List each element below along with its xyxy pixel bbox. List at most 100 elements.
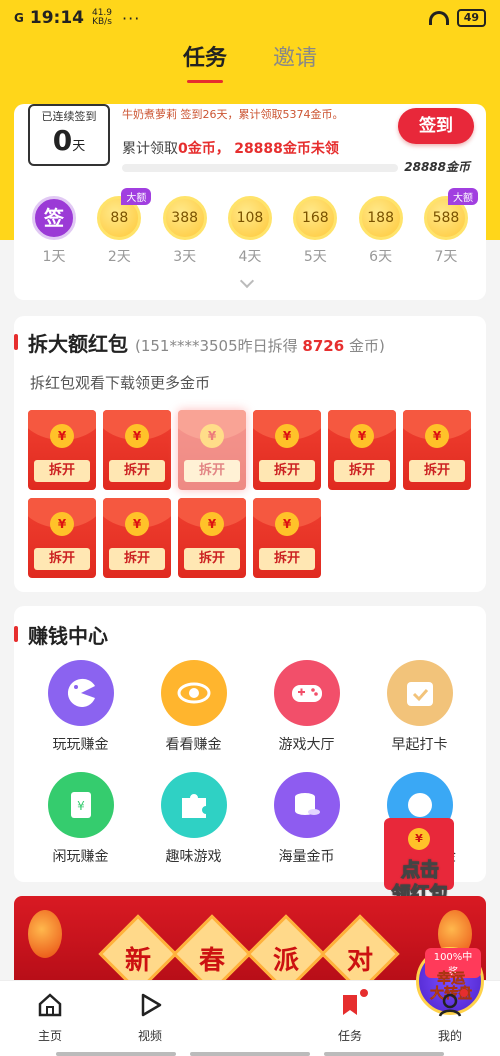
open-red-packet-button[interactable]: 拆开 — [184, 548, 240, 570]
red-packet[interactable]: ¥ 拆开 — [178, 410, 246, 490]
checkin-days: 签 1天 大额 88 2天 388 3天 108 4天 168 5天 188 6天 大额 588… — [24, 188, 478, 266]
checkin-progress-bar — [122, 164, 398, 172]
chevron-down-icon[interactable] — [239, 273, 255, 289]
open-red-packet-button[interactable]: 拆开 — [109, 460, 165, 482]
battery-icon: 49 — [456, 9, 486, 27]
calendar-check-icon — [386, 660, 453, 726]
red-packet-title: 拆大额红包 (151****3505昨日拆得 8726 金币) — [14, 328, 385, 357]
big-amount-badge: 大额 — [447, 188, 478, 205]
day-item[interactable]: 188 6天 — [351, 196, 411, 266]
tab-invite[interactable]: 邀请 — [273, 36, 317, 92]
yuan-icon: ¥ — [200, 512, 224, 536]
red-packet[interactable]: ¥ 拆开 — [103, 498, 171, 578]
yuan-icon: ¥ — [350, 424, 374, 448]
yuan-icon: ¥ — [200, 424, 224, 448]
red-packet[interactable]: ¥ 拆开 — [253, 498, 321, 578]
red-packet[interactable]: ¥ 拆开 — [253, 410, 321, 490]
red-packet-card: 拆大额红包 (151****3505昨日拆得 8726 金币) 拆红包观看下载领… — [14, 316, 486, 592]
svg-text:¥: ¥ — [77, 799, 85, 813]
day-item[interactable]: 108 4天 — [220, 196, 280, 266]
open-red-packet-button[interactable]: 拆开 — [259, 548, 315, 570]
app-watch-earn[interactable]: 看看赚金 — [137, 660, 250, 754]
wallet-icon: ¥ — [47, 772, 114, 838]
status-bar: G 19:14 41.9 KB/s ··· 49 — [0, 0, 500, 36]
nav-lucky-wheel[interactable]: 100%中奖 幸运 大转盘 — [200, 947, 484, 1056]
coin-icon: 388 — [162, 196, 207, 240]
wifi-icon — [428, 11, 449, 25]
open-red-packet-button[interactable]: 拆开 — [34, 460, 90, 482]
notification-dot — [360, 989, 368, 997]
yuan-icon: ¥ — [125, 512, 149, 536]
puzzle-icon — [160, 772, 227, 838]
nav-video[interactable]: 视频 — [100, 981, 200, 1056]
home-icon — [38, 993, 62, 1017]
red-packet[interactable]: ¥ 拆开 — [103, 410, 171, 490]
coin-stack-icon — [273, 772, 340, 838]
open-red-packet-button[interactable]: 拆开 — [184, 460, 240, 482]
app-early-checkin[interactable]: 早起打卡 — [363, 660, 476, 754]
top-tabs: 任务 邀请 — [0, 36, 500, 92]
app-game-hall[interactable]: 游戏大厅 — [250, 660, 363, 754]
red-packet-tip: 拆红包观看下载领更多金币 — [30, 374, 211, 392]
yuan-icon: ¥ — [50, 424, 74, 448]
checkin-summary: 累计领取0金币， 28888金币未领 — [122, 141, 339, 157]
red-packet[interactable]: ¥ 拆开 — [178, 498, 246, 578]
spring-party-banner[interactable]: 新 春 派 对 — [14, 896, 486, 980]
red-packet[interactable]: ¥ 拆开 — [403, 410, 471, 490]
yuan-icon: ¥ — [275, 424, 299, 448]
nav-profile[interactable]: 我的 — [400, 981, 500, 1056]
yuan-icon: ¥ — [408, 828, 430, 850]
open-red-packet-button[interactable]: 拆开 — [34, 548, 90, 570]
checkin-card: 已连续签到 0天 牛奶煮萝莉 签到26天，累计领取5374金币。 累计领取0金币… — [14, 104, 486, 300]
yuan-icon: ¥ — [275, 512, 299, 536]
open-red-packet-button[interactable]: 拆开 — [109, 548, 165, 570]
checkin-ticker: 牛奶煮萝莉 签到26天，累计领取5374金币。 — [122, 108, 344, 121]
red-packet[interactable]: ¥ 拆开 — [28, 410, 96, 490]
red-packet-subtitle: (151****3505昨日拆得 8726 金币) — [134, 337, 385, 355]
tab-tasks[interactable]: 任务 — [183, 36, 227, 92]
red-packet-grid: ¥ 拆开 ¥ 拆开 ¥ 拆开 ¥ 拆开 ¥ 拆开 ¥ 拆开 ¥ 拆开 ¥ 拆开 ¥ 拆开 ¥ 拆开 — [28, 410, 474, 578]
nav-home[interactable]: 主页 — [0, 981, 100, 1056]
open-red-packet-button[interactable]: 拆开 — [409, 460, 465, 482]
app-fun-games[interactable]: 趣味游戏 — [137, 772, 250, 866]
day-item[interactable]: 388 3天 — [155, 196, 215, 266]
yuan-icon: ¥ — [50, 512, 74, 536]
streak-count: 0天 — [52, 124, 86, 157]
day-item[interactable]: 168 5天 — [285, 196, 345, 266]
streak-badge: 已连续签到 0天 — [28, 104, 110, 166]
red-packet[interactable]: ¥ 拆开 — [328, 410, 396, 490]
system-gesture-bar — [56, 1052, 444, 1056]
clock: 19:14 — [29, 8, 84, 28]
earn-center-title: 赚钱中心 — [14, 620, 108, 649]
yuan-icon: ¥ — [125, 424, 149, 448]
day-item[interactable]: 大额 588 7天 — [416, 188, 478, 266]
coin-icon: 188 — [358, 196, 403, 240]
yuan-icon: ¥ — [425, 424, 449, 448]
app-idle-earn[interactable]: ¥ 闲玩赚金 — [24, 772, 137, 866]
gamepad-icon — [273, 660, 340, 726]
red-packet[interactable]: ¥ 拆开 — [28, 498, 96, 578]
streak-label: 已连续签到 — [41, 110, 97, 123]
eye-icon — [160, 660, 227, 726]
signal-icon: G — [14, 11, 24, 25]
more-dots-icon: ··· — [122, 8, 141, 28]
checkin-total: 28888金币 — [404, 160, 470, 174]
day-item[interactable]: 大额 88 2天 — [89, 188, 152, 266]
big-amount-badge: 大额 — [121, 188, 152, 205]
pacman-icon — [47, 660, 114, 726]
coin-icon: 168 — [293, 196, 338, 240]
signed-coin-icon: 签 — [32, 196, 76, 240]
day-item[interactable]: 签 1天 — [24, 196, 84, 266]
nav-tasks[interactable]: 任务 — [300, 981, 400, 1056]
sign-in-button[interactable]: 签到 — [398, 108, 474, 144]
lantern-icon — [28, 910, 62, 958]
app-play-earn[interactable]: 玩玩赚金 — [24, 660, 137, 754]
notification-dot — [460, 989, 468, 997]
open-red-packet-button[interactable]: 拆开 — [259, 460, 315, 482]
app-massive-coins[interactable]: 海量金币 — [250, 772, 363, 866]
coin-icon: 108 — [227, 196, 272, 240]
bottom-nav: 主页 视频 100%中奖 幸运 大转盘 任务 我的 — [0, 947, 500, 1056]
play-icon — [141, 993, 162, 1017]
net-speed: 41.9 KB/s — [91, 8, 113, 27]
open-red-packet-button[interactable]: 拆开 — [334, 460, 390, 482]
